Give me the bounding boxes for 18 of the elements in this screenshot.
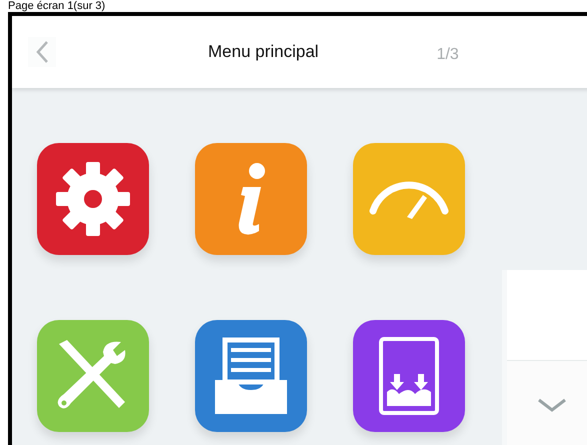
download-panel-icon: [379, 337, 439, 415]
back-chevron-icon: [35, 40, 49, 64]
menu-tile-button[interactable]: [37, 320, 149, 432]
page-indicator: 1/3: [436, 46, 459, 64]
menu-tile-button[interactable]: [195, 143, 307, 255]
gear-icon: [56, 162, 130, 236]
file-tray-icon: [215, 338, 287, 414]
menu-tile-button[interactable]: [353, 320, 465, 432]
tools-icon: [58, 340, 126, 408]
info-icon: [238, 163, 265, 235]
gauge-icon: [370, 182, 448, 219]
menu-tile-button[interactable]: [195, 320, 307, 432]
screen-title: Menu principal: [208, 42, 319, 62]
page-caption: Page écran 1(sur 3): [7, 0, 106, 12]
back-button[interactable]: [28, 37, 56, 67]
down-chevron-icon: [537, 397, 567, 413]
menu-tile-button[interactable]: [37, 143, 149, 255]
menu-tile-button[interactable]: [353, 143, 465, 255]
